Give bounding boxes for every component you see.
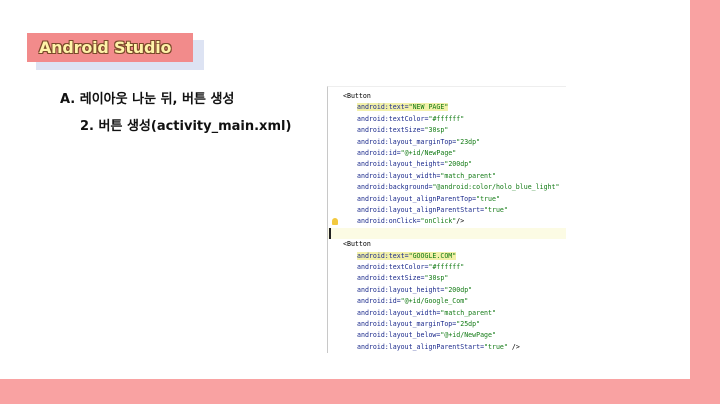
- code-attribute: android:textSize=: [357, 126, 425, 135]
- code-line[interactable]: android:layout_alignParentStart="true": [328, 205, 566, 216]
- code-tag-close: />: [507, 342, 520, 351]
- code-line[interactable]: android:id="@+id/NewPage": [328, 148, 566, 159]
- code-line[interactable]: android:layout_marginTop="23dp": [328, 137, 566, 148]
- code-line[interactable]: android:layout_width="match_parent": [328, 308, 566, 319]
- code-value: "200dp": [444, 160, 473, 169]
- code-value: "NEW PAGE": [408, 103, 449, 112]
- code-line[interactable]: android:layout_height="200dp": [328, 159, 566, 170]
- code-line[interactable]: android:textColor="#ffffff": [328, 114, 566, 125]
- code-attribute: android:background=: [357, 183, 433, 192]
- code-line[interactable]: android:layout_alignParentTop="true": [328, 194, 566, 205]
- code-attribute: android:layout_height=: [357, 285, 445, 294]
- code-attribute: android:layout_width=: [357, 171, 441, 180]
- code-tag-close: />: [456, 217, 465, 226]
- code-attribute: android:layout_alignParentStart=: [357, 206, 485, 214]
- code-line[interactable]: android:textSize="30sp": [328, 125, 566, 136]
- code-value: "match_parent": [440, 308, 496, 317]
- code-attribute: android:onClick=: [357, 217, 421, 226]
- code-value: "30sp": [424, 274, 449, 283]
- right-accent-bar: [690, 0, 720, 404]
- code-value: "@+id/NewPage": [440, 331, 496, 340]
- code-value: "23dp": [456, 137, 481, 146]
- code-attribute: android:layout_height=: [357, 160, 445, 169]
- code-line[interactable]: android:onClick="onClick"/>: [328, 216, 566, 227]
- code-tag: <Button: [343, 240, 371, 249]
- code-line[interactable]: android:layout_alignParentStart="true" /…: [328, 342, 566, 353]
- code-value: "onClick": [420, 217, 457, 226]
- code-attribute: android:layout_alignParentStart=: [357, 342, 485, 351]
- code-attribute: android:layout_alignParentTop=: [357, 194, 477, 203]
- code-attribute: android:textSize=: [357, 274, 425, 283]
- code-line[interactable]: android:textSize="30sp": [328, 273, 566, 284]
- code-attribute: android:id=: [357, 297, 401, 306]
- code-line[interactable]: android:layout_marginTop="25dp": [328, 319, 566, 330]
- lightbulb-icon[interactable]: [332, 218, 338, 226]
- code-line[interactable]: android:id="@+id/Google_Com": [328, 296, 566, 307]
- code-tag: <Button: [343, 92, 371, 100]
- code-line[interactable]: android:text="NEW PAGE": [328, 102, 566, 113]
- code-attribute: android:layout_width=: [357, 308, 441, 317]
- code-value: "GOOGLE.COM": [408, 251, 457, 260]
- code-value: "#ffffff": [428, 114, 465, 123]
- code-attribute: android:textColor=: [357, 114, 429, 123]
- section-subheading: 2. 버튼 생성(activity_main.xml): [80, 119, 292, 134]
- code-line[interactable]: android:layout_below="@+id/NewPage": [328, 330, 566, 341]
- slide-title: Android Studio: [39, 38, 172, 57]
- code-attribute: android:layout_marginTop=: [357, 137, 457, 146]
- code-value: "@+id/Google_Com": [400, 297, 469, 306]
- code-value: "true": [484, 342, 508, 351]
- code-value: "@+id/NewPage": [400, 149, 457, 157]
- section-heading: A. 레이아웃 나눈 뒤, 버튼 생성: [60, 92, 235, 107]
- code-attribute: android:layout_below=: [357, 331, 441, 340]
- code-line[interactable]: android:text="GOOGLE.COM": [328, 251, 566, 262]
- code-line[interactable]: [328, 227, 566, 240]
- code-value: "true": [484, 206, 508, 214]
- code-value: "30sp": [424, 126, 449, 135]
- code-value: "@android:color/holo_blue_light": [432, 183, 560, 192]
- code-attribute: android:layout_marginTop=: [357, 320, 457, 328]
- code-attribute: android:textColor=: [357, 263, 429, 271]
- code-line[interactable]: android:layout_height="200dp": [328, 285, 566, 296]
- code-value: "true": [476, 194, 500, 203]
- text-caret: [329, 227, 331, 239]
- code-value: "200dp": [444, 285, 473, 294]
- code-attribute: android:text=: [357, 103, 409, 112]
- code-value: "match_parent": [440, 171, 496, 180]
- code-attribute: android:id=: [357, 149, 401, 157]
- code-value: "25dp": [456, 320, 481, 328]
- code-editor-panel[interactable]: <Button android:text="NEW PAGE" android:te…: [327, 86, 566, 353]
- code-line[interactable]: android:layout_width="match_parent": [328, 171, 566, 182]
- code-value: "#ffffff": [428, 263, 465, 271]
- title-box: Android Studio: [27, 33, 193, 62]
- code-line[interactable]: <Button: [328, 239, 566, 250]
- code-attribute: android:text=: [357, 251, 409, 260]
- code-line[interactable]: android:textColor="#ffffff": [328, 262, 566, 273]
- code-line[interactable]: android:background="@android:color/holo_…: [328, 182, 566, 193]
- code-line[interactable]: <Button: [328, 91, 566, 102]
- bottom-accent-bar: [0, 379, 720, 404]
